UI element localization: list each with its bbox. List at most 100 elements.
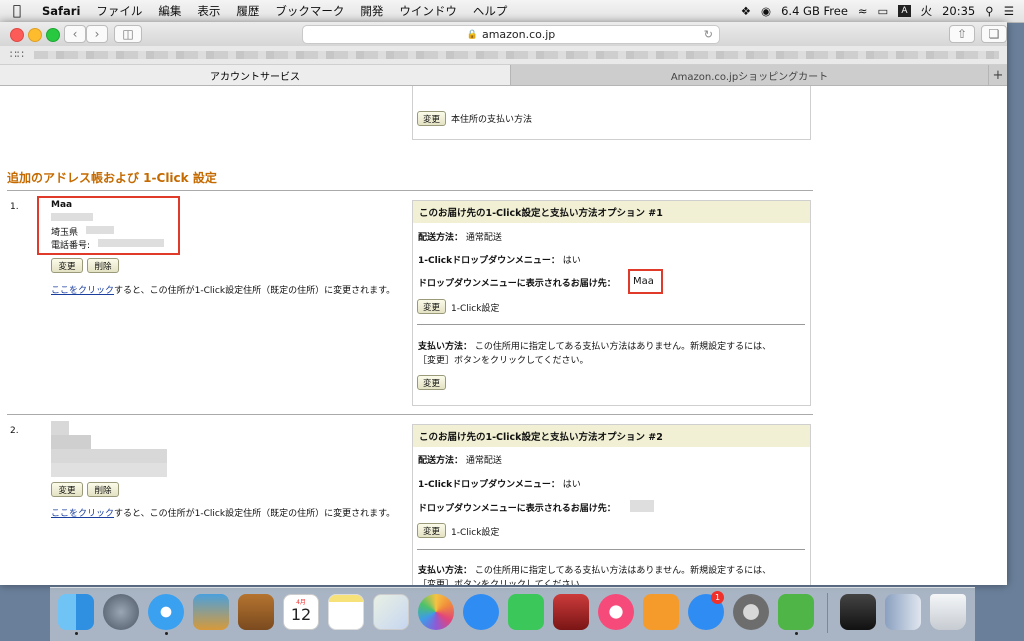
new-tab-button[interactable]: + — [988, 65, 1007, 85]
menu-develop[interactable]: 開発 — [352, 3, 391, 19]
spotlight-icon[interactable]: ⚲ — [985, 4, 993, 18]
safari-icon[interactable] — [148, 594, 184, 630]
entry-2-display-value-redacted — [630, 500, 654, 512]
entry-1-delete-button[interactable]: 削除 — [87, 258, 119, 273]
entry-1-oneclick-text: 1-Click設定 — [451, 304, 500, 314]
menu-app-safari[interactable]: Safari — [34, 4, 88, 18]
entry-1-display-value: Maa — [633, 276, 654, 287]
menu-window[interactable]: ウインドウ — [391, 3, 465, 19]
bookmark-items-blurred[interactable] — [34, 51, 999, 59]
close-window-icon[interactable] — [10, 28, 24, 42]
entry-2-edit-button[interactable]: 変更 — [51, 482, 83, 497]
entry-1-name: Maa — [51, 200, 73, 210]
address-bar[interactable]: 🔒 amazon.co.jp ↻ — [302, 25, 720, 44]
maps-icon[interactable] — [373, 594, 409, 630]
divider — [7, 190, 813, 191]
running-indicator — [75, 632, 78, 635]
mail-icon[interactable] — [193, 594, 229, 630]
primary-payment-text: 本住所の支払い方法 — [451, 115, 533, 125]
notes-icon[interactable] — [328, 594, 364, 630]
evernote-dock-icon[interactable] — [778, 594, 814, 630]
calendar-icon[interactable]: 4月 12 — [283, 594, 319, 630]
tabs-overview-icon[interactable]: ❏ — [981, 25, 1007, 43]
menu-history[interactable]: 履歴 — [228, 3, 267, 19]
tab-bar: アカウントサービス Amazon.co.jpショッピングカート + — [0, 65, 1007, 86]
menu-edit[interactable]: 編集 — [150, 3, 189, 19]
messages-icon[interactable] — [463, 594, 499, 630]
forward-icon[interactable]: › — [86, 25, 108, 43]
entry-2-redacted — [51, 463, 167, 477]
entry-2-delete-button[interactable]: 削除 — [87, 482, 119, 497]
entry-1-edit-button[interactable]: 変更 — [51, 258, 83, 273]
entry-2-set-default-link[interactable]: ここをクリック — [51, 509, 114, 519]
entry-2-default-suffix: すると、この住所が1-Click設定住所（既定の住所）に変更されます。 — [114, 509, 396, 519]
lock-icon: 🔒 — [466, 29, 478, 40]
divider — [417, 324, 805, 325]
entry-1-payment-text: この住所用に指定してある支払い方法はありません。新規設定するには、 — [474, 342, 772, 352]
battery-icon[interactable]: ▭ — [878, 4, 889, 18]
trash-icon[interactable] — [930, 594, 966, 630]
entry-1-default-text: ここをクリックすると、この住所が1-Click設定住所（既定の住所）に変更されま… — [51, 284, 399, 298]
entry-2-payment-label: 支払い方法： — [418, 566, 473, 576]
app-store-badge: 1 — [711, 591, 724, 604]
launchpad-icon[interactable] — [103, 594, 139, 630]
ibooks-icon[interactable] — [643, 594, 679, 630]
dropbox-icon[interactable]: ❖ — [741, 4, 751, 18]
clock-time[interactable]: 20:35 — [942, 4, 975, 18]
tab-shopping-cart[interactable]: Amazon.co.jpショッピングカート — [510, 65, 988, 85]
bookmarks-bar: ∷∷ — [0, 46, 1007, 65]
clock-day[interactable]: 火 — [921, 3, 933, 19]
menu-help[interactable]: ヘルプ — [465, 3, 516, 19]
back-icon[interactable]: ‹ — [64, 25, 86, 43]
entry-1-oneclick-change-button[interactable]: 変更 — [417, 299, 446, 314]
entry-2-payment-text: この住所用に指定してある支払い方法はありません。新規設定するには、 — [474, 566, 772, 576]
entry-1-redacted — [51, 213, 93, 221]
memory-status[interactable]: 6.4 GB Free — [781, 4, 848, 18]
notification-center-icon[interactable]: ☰ — [1004, 4, 1014, 18]
minimized-window-icon[interactable] — [885, 594, 921, 630]
entry-1-shipping-value: 通常配送 — [465, 233, 502, 243]
menu-view[interactable]: 表示 — [189, 3, 228, 19]
entry-2-redacted — [51, 449, 167, 463]
tab-label: Amazon.co.jpショッピングカート — [670, 71, 829, 83]
entry-2-oneclick-text: 1-Click設定 — [451, 528, 500, 538]
minimize-window-icon[interactable] — [28, 28, 42, 42]
address-text: amazon.co.jp — [481, 28, 556, 41]
evernote-icon[interactable]: ◉ — [761, 4, 771, 18]
entry-1-display-label: ドロップダウンメニューに表示されるお届け先： — [418, 279, 616, 289]
contacts-icon[interactable] — [238, 594, 274, 630]
entry-1-set-default-link[interactable]: ここをクリック — [51, 286, 114, 296]
entry-2-payment-text-2: ［変更］ボタンをクリックしてください。 — [418, 580, 589, 585]
page-content: 変更 本住所の支払い方法 追加のアドレス帳および 1-Click 設定 1. M… — [0, 86, 1007, 585]
entry-1-phone-label: 電話番号: — [51, 241, 91, 251]
entry-1-redacted — [86, 226, 114, 234]
downloads-stack-icon[interactable] — [840, 594, 876, 630]
share-icon[interactable]: ⇧ — [949, 25, 975, 43]
menu-bookmarks[interactable]: ブックマーク — [267, 3, 352, 19]
tab-account-service[interactable]: アカウントサービス — [0, 65, 510, 85]
reload-icon[interactable]: ↻ — [704, 28, 713, 41]
entry-2-dropdown-value: はい — [562, 480, 581, 490]
itunes-icon[interactable] — [598, 594, 634, 630]
entry-2-oneclick-change-button[interactable]: 変更 — [417, 523, 446, 538]
menu-file[interactable]: ファイル — [88, 3, 150, 19]
primary-payment-change-button[interactable]: 変更 — [417, 111, 446, 126]
running-indicator — [795, 632, 798, 635]
apple-menu-icon[interactable]:  — [0, 3, 34, 19]
safari-window: ‹ › ◫ 🔒 amazon.co.jp ↻ ⇧ ❏ ∷∷ アカウントサービス … — [0, 22, 1007, 585]
entry-2-number: 2. — [10, 426, 19, 436]
top-sites-icon[interactable]: ∷∷ — [10, 48, 24, 61]
browser-toolbar: ‹ › ◫ 🔒 amazon.co.jp ↻ ⇧ ❏ — [0, 22, 1007, 46]
finder-icon[interactable] — [58, 594, 94, 630]
system-preferences-icon[interactable] — [733, 594, 769, 630]
zoom-window-icon[interactable] — [46, 28, 60, 42]
sidebar-toggle-icon[interactable]: ◫ — [114, 25, 142, 43]
entry-1-default-suffix: すると、この住所が1-Click設定住所（既定の住所）に変更されます。 — [114, 286, 396, 296]
wifi-icon[interactable]: ≈ — [858, 4, 868, 18]
input-source-indicator[interactable]: A — [898, 5, 911, 17]
photos-icon[interactable] — [418, 594, 454, 630]
entry-1-payment-change-button[interactable]: 変更 — [417, 375, 446, 390]
photo-booth-icon[interactable] — [553, 594, 589, 630]
facetime-icon[interactable] — [508, 594, 544, 630]
entry-2-shipping-label: 配送方法： — [418, 456, 464, 466]
